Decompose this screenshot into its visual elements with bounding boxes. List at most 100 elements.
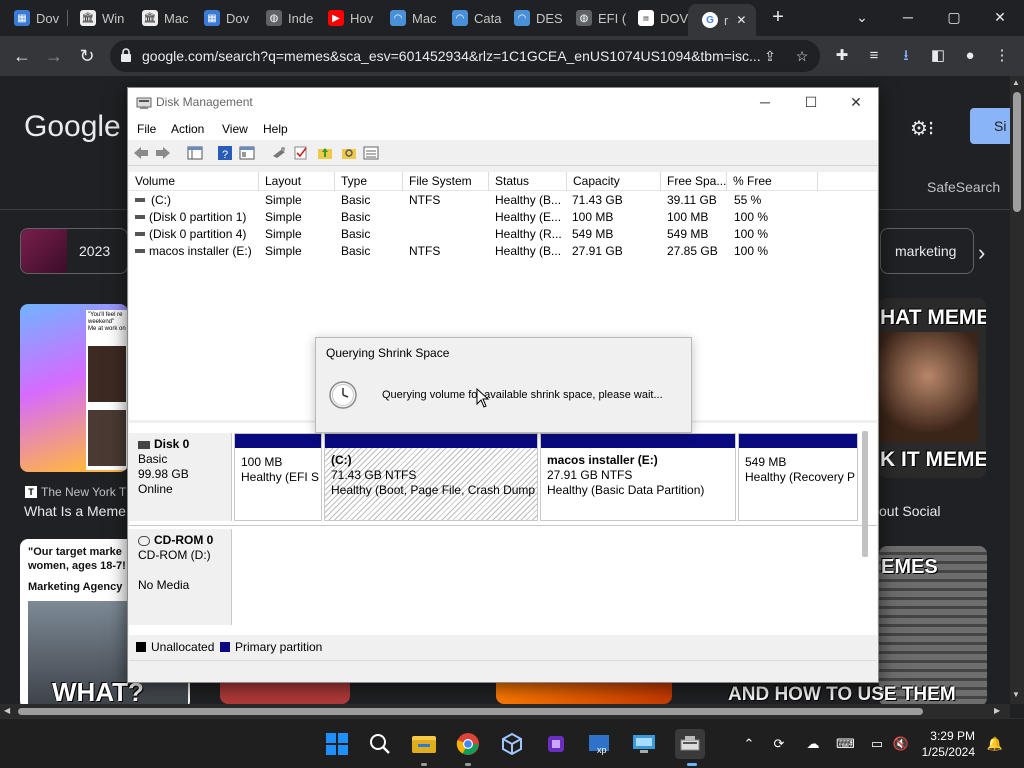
column-percent-free[interactable]: % Free — [727, 172, 818, 191]
menu-help[interactable]: Help — [263, 122, 288, 136]
windows-start-icon[interactable] — [324, 731, 350, 757]
url-text[interactable]: google.com/search?q=memes&sca_esv=601452… — [142, 48, 761, 64]
cube-3d-icon[interactable] — [499, 731, 525, 757]
search-icon[interactable] — [367, 731, 393, 757]
column-volume[interactable]: Volume — [129, 172, 259, 191]
keyboard-icon[interactable]: ⌨ — [836, 735, 855, 753]
chevron-right-icon[interactable]: › — [978, 240, 985, 266]
side-panel-icon[interactable]: ◧ — [928, 46, 948, 66]
scrollbar-thumb[interactable] — [18, 708, 923, 715]
windows-xp-app-icon[interactable]: xp — [587, 731, 613, 757]
browser-tab[interactable]: ◍ Inde — [252, 4, 316, 32]
column-capacity[interactable]: Capacity — [567, 172, 661, 191]
browser-tab-active[interactable]: G r ✕ — [688, 4, 756, 36]
disk-management-taskbar-icon[interactable] — [675, 729, 705, 759]
bookmark-star-icon[interactable]: ☆ — [792, 46, 812, 66]
column-free-space[interactable]: Free Spa... — [661, 172, 727, 191]
chrome-icon[interactable] — [455, 731, 481, 757]
media-queue-icon[interactable]: ≡ — [864, 46, 884, 66]
scroll-right-arrow-icon[interactable]: ▶ — [994, 706, 1000, 715]
browser-tab[interactable]: ▦ Dov — [0, 4, 64, 32]
browser-tab[interactable]: ◠ DES — [500, 4, 564, 32]
scroll-down-arrow-icon[interactable]: ▼ — [1012, 690, 1020, 699]
profile-icon[interactable]: ● — [960, 46, 980, 66]
forward-arrow-icon[interactable] — [154, 144, 172, 162]
volume-mute-icon[interactable]: 🔇 — [892, 735, 910, 753]
remote-desktop-icon[interactable] — [631, 731, 657, 757]
maximize-button[interactable]: ☐ — [788, 88, 834, 118]
notification-bell-icon[interactable]: 🔔 — [986, 735, 1004, 753]
table-row[interactable]: (C:) Simple Basic NTFS Healthy (B... 71.… — [129, 192, 877, 209]
console-tree-icon[interactable] — [186, 144, 204, 162]
filter-chip-marketing[interactable]: marketing — [880, 228, 974, 274]
scrollbar-thumb[interactable] — [1013, 92, 1021, 212]
settings-gear-icon[interactable]: ⚙⁝ — [910, 116, 934, 141]
scroll-up-arrow-icon[interactable]: ▲ — [1012, 78, 1020, 87]
menu-action[interactable]: Action — [171, 122, 204, 136]
browser-tab[interactable]: 🏛 Mac — [128, 4, 192, 32]
table-row[interactable]: (Disk 0 partition 1) Simple Basic Health… — [129, 209, 877, 226]
minimize-button[interactable]: ─ — [742, 88, 788, 118]
browser-tab[interactable]: ◍ EFI ( — [562, 4, 626, 32]
column-type[interactable]: Type — [335, 172, 403, 191]
page-horizontal-scrollbar[interactable]: ◀ ▶ — [0, 704, 1010, 718]
sync-icon[interactable]: ⟳ — [770, 735, 788, 753]
close-tab-icon[interactable]: ✕ — [736, 13, 746, 27]
partition-recovery[interactable]: 549 MB Healthy (Recovery P — [738, 433, 858, 521]
maximize-button[interactable]: ▢ — [932, 4, 976, 30]
browser-tab[interactable]: ◠ Mac — [376, 4, 440, 32]
image-result[interactable]: EMES — [879, 546, 987, 704]
browser-tab[interactable]: ◠ Cata — [438, 4, 502, 32]
browser-tab[interactable]: 🏛 Win — [66, 4, 130, 32]
browser-tab[interactable]: ▦ Dov — [190, 4, 254, 32]
system-clock[interactable]: 3:29 PM 1/25/2024 — [915, 728, 975, 760]
column-layout[interactable]: Layout — [259, 172, 335, 191]
disk-0-label[interactable]: Disk 0 Basic 99.98 GB Online — [129, 433, 232, 521]
image-source[interactable]: T The New York T — [25, 485, 126, 499]
table-row[interactable]: (Disk 0 partition 4) Simple Basic Health… — [129, 226, 877, 243]
browser-tab[interactable]: ▶ Hov — [314, 4, 378, 32]
column-file-system[interactable]: File System — [403, 172, 489, 191]
properties-icon[interactable] — [238, 144, 256, 162]
minimize-button[interactable]: ─ — [886, 4, 930, 30]
partition-efi[interactable]: 100 MB Healthy (EFI S — [234, 433, 322, 521]
menu-view[interactable]: View — [222, 122, 248, 136]
new-tab-button[interactable]: + — [766, 6, 790, 30]
cloud-offline-icon[interactable]: ☁ — [804, 735, 822, 753]
close-button[interactable]: ✕ — [833, 88, 879, 118]
chip-app-icon[interactable] — [543, 731, 569, 757]
extensions-icon[interactable]: ✚ — [832, 46, 852, 66]
menu-dots-icon[interactable]: ⋮ — [992, 46, 1012, 66]
back-icon[interactable]: ← — [8, 42, 36, 70]
filter-chip-2023[interactable]: 2023 — [20, 228, 128, 274]
reload-icon[interactable]: ↻ — [73, 42, 101, 70]
graph-scrollbar-thumb[interactable] — [862, 431, 868, 557]
browser-tab[interactable]: ▤ DOV — [624, 4, 688, 32]
menu-file[interactable]: File — [137, 122, 156, 136]
tab-search-dropdown-icon[interactable]: ⌄ — [840, 4, 884, 30]
forward-icon[interactable]: → — [40, 42, 68, 70]
image-result[interactable]: "You'll feel re weekend" Me at work on — [20, 304, 128, 472]
chevron-up-icon[interactable]: ⌃ — [740, 735, 758, 753]
window-titlebar[interactable]: Disk Management ─ ☐ ✕ — [128, 88, 878, 118]
partition-c[interactable]: (C:) 71.43 GB NTFS Healthy (Boot, Page F… — [324, 433, 538, 521]
list-view-icon[interactable] — [362, 144, 380, 162]
image-title[interactable]: out Social — [879, 503, 940, 519]
page-vertical-scrollbar[interactable]: ▲ ▼ — [1010, 76, 1024, 704]
safesearch-link[interactable]: SafeSearch — [927, 179, 1000, 195]
connect-icon[interactable] — [270, 144, 288, 162]
file-explorer-icon[interactable] — [411, 731, 437, 757]
folder-up-icon[interactable] — [316, 144, 334, 162]
search-folder-icon[interactable] — [340, 144, 358, 162]
close-window-button[interactable]: ✕ — [978, 4, 1022, 30]
download-icon[interactable]: ⭳ — [896, 46, 916, 66]
display-icon[interactable]: ▭ — [868, 735, 886, 753]
table-row[interactable]: macos installer (E:) Simple Basic NTFS H… — [129, 243, 877, 260]
address-bar[interactable]: google.com/search?q=memes&sca_esv=601452… — [110, 40, 820, 72]
querying-shrink-space-dialog[interactable]: Querying Shrink Space Querying volume fo… — [315, 337, 692, 433]
partition-e[interactable]: macos installer (E:) 27.91 GB NTFS Healt… — [540, 433, 736, 521]
cdrom-0-label[interactable]: CD-ROM 0 CD-ROM (D:) No Media — [129, 529, 232, 625]
scroll-left-arrow-icon[interactable]: ◀ — [4, 706, 10, 715]
share-icon[interactable]: ⇪ — [760, 46, 780, 66]
image-title[interactable]: What Is a Meme — [24, 503, 126, 519]
